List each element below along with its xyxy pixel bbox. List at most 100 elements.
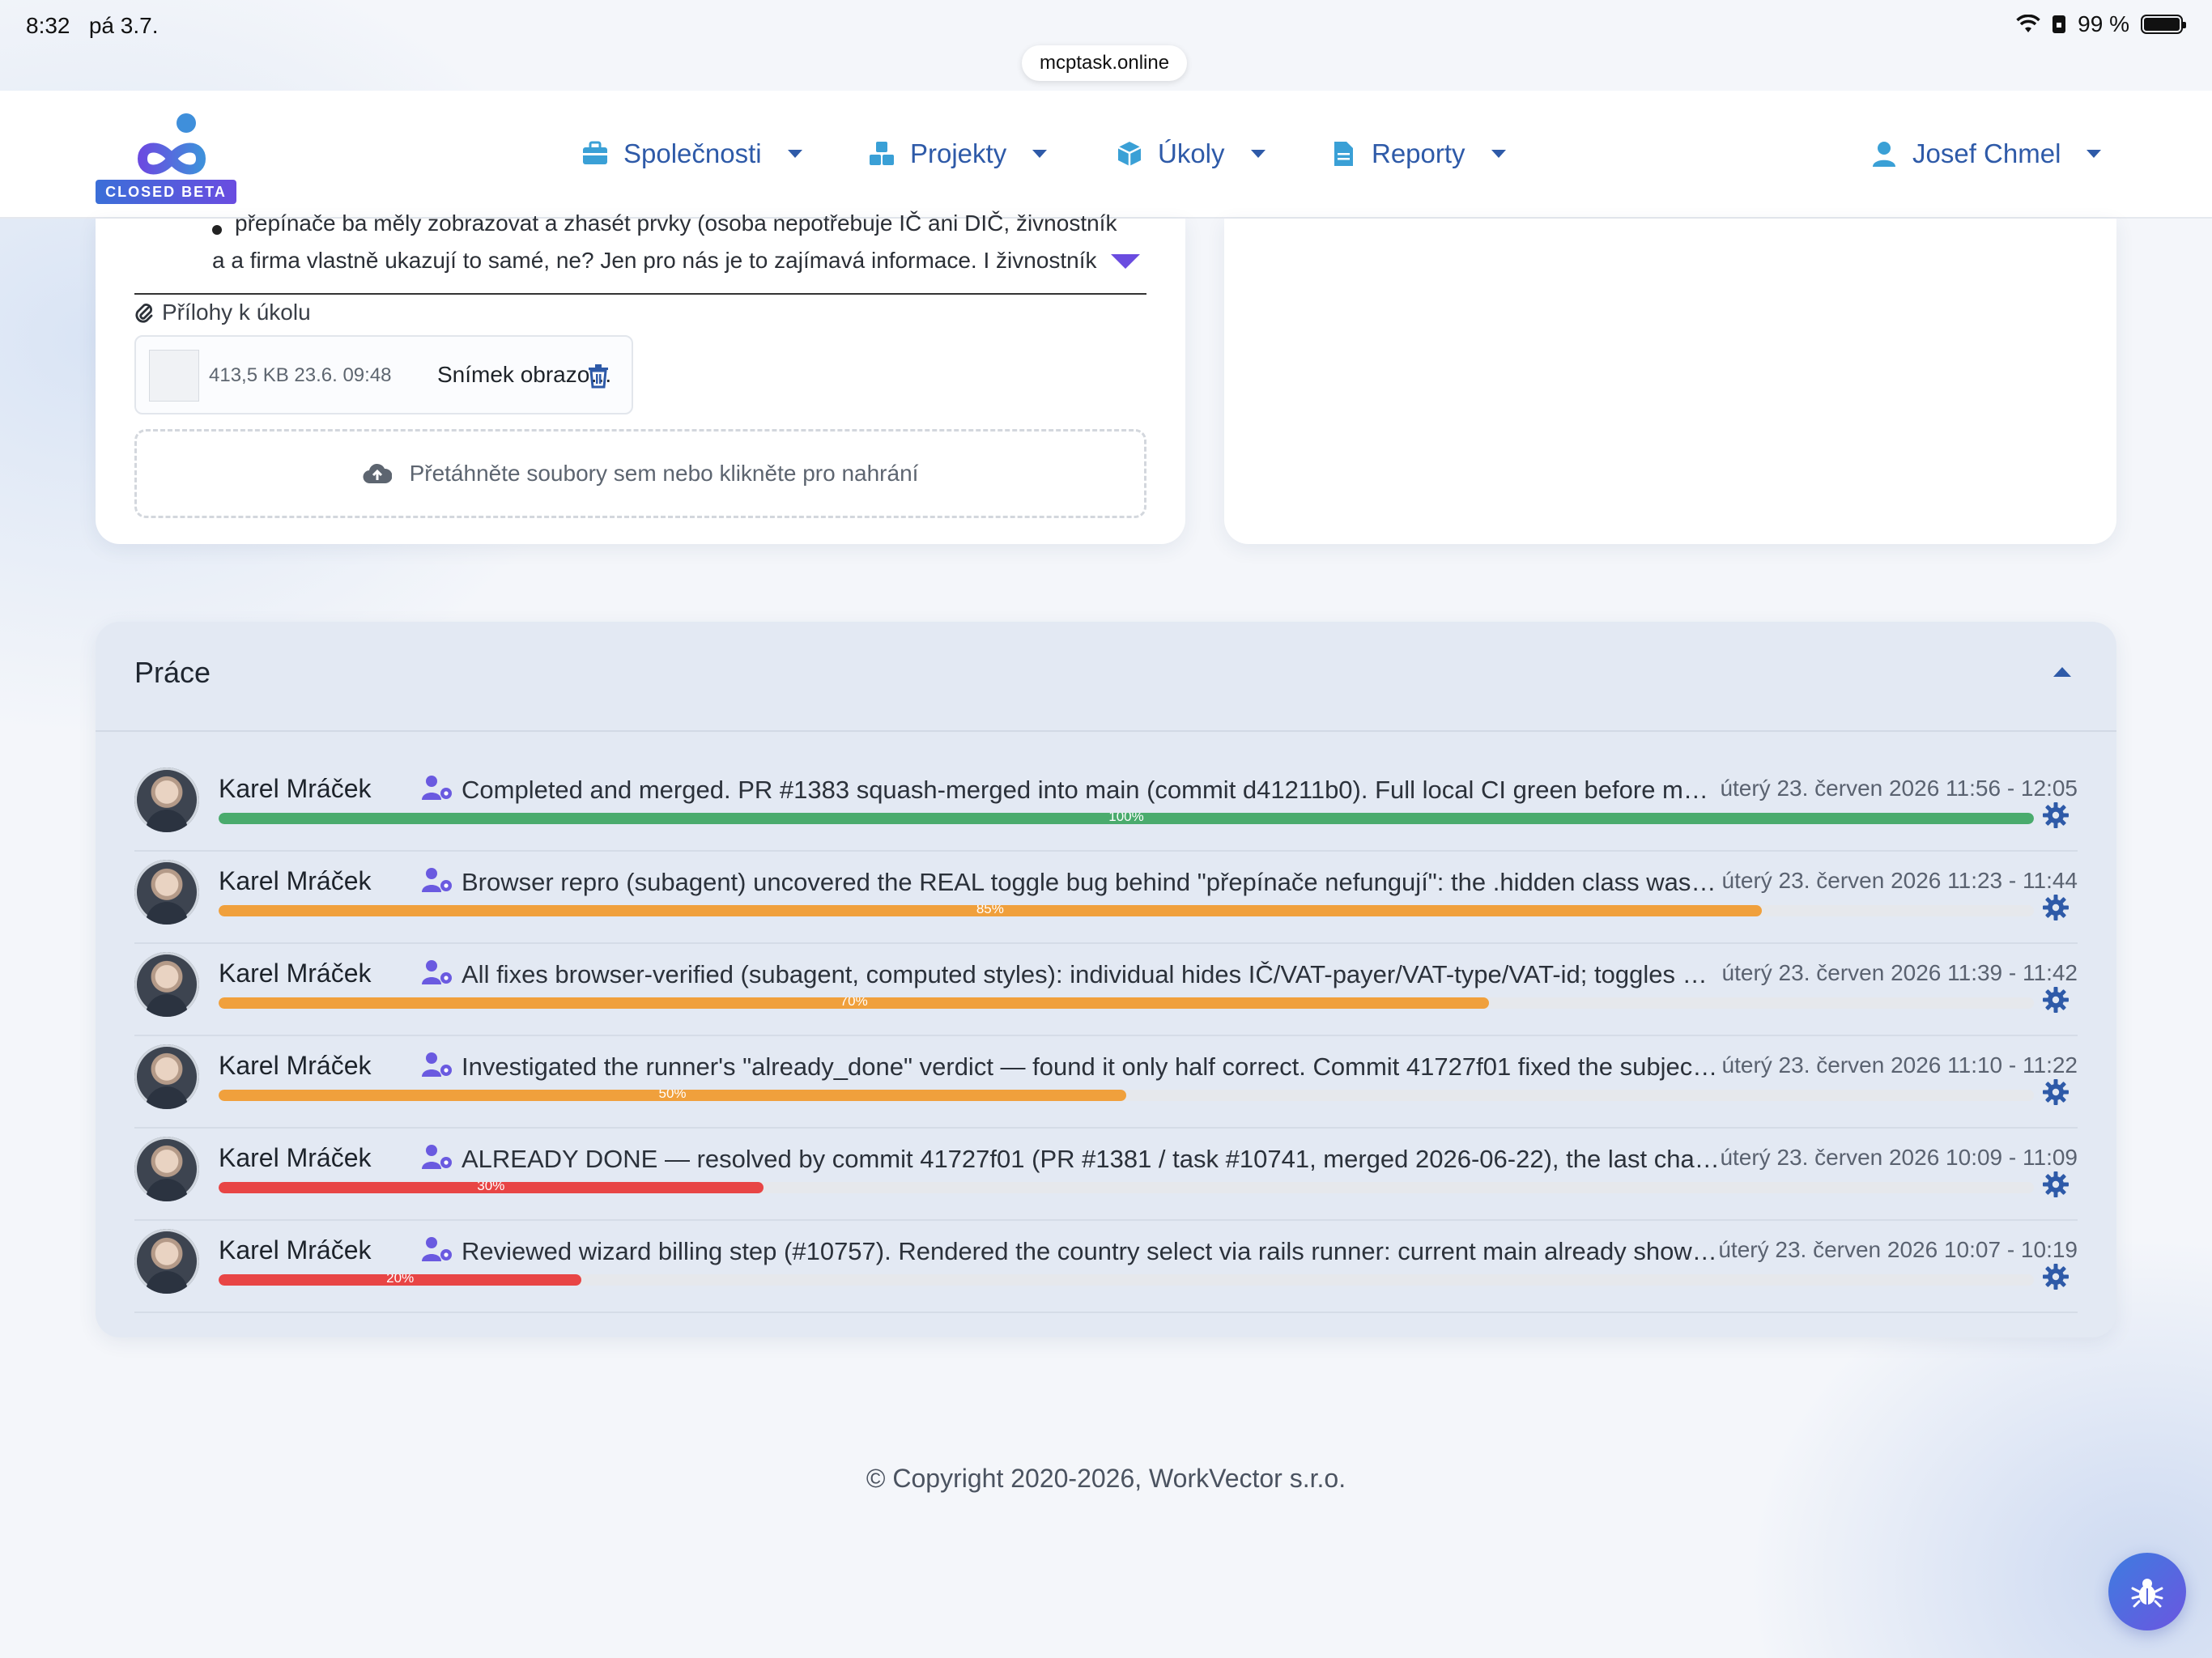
status-date: pá 3.7. — [88, 13, 159, 38]
progress-label: 85% — [976, 905, 1004, 916]
work-note: All fixes browser-verified (subagent, co… — [462, 960, 1721, 988]
nav-companies[interactable]: Společnosti — [581, 131, 802, 176]
clock: 8:32 — [26, 13, 70, 38]
work-note: Reviewed wizard billing step (#10757). R… — [462, 1237, 1721, 1265]
logo-infinity-icon — [137, 113, 206, 175]
attachment-file[interactable]: 413,5 KB 23.6. 09:48 Snímek obrazo… — [134, 335, 633, 414]
work-user-name[interactable]: Karel Mráček — [219, 1051, 372, 1081]
work-note: ALREADY DONE — resolved by commit 41727f… — [462, 1145, 1721, 1173]
chevron-down-icon — [1491, 150, 1506, 158]
progress-bar: 30% — [219, 1182, 2034, 1193]
work-time: úterý 23. červen 2026 11:10 - 11:22 — [1721, 1052, 2078, 1078]
user-cog-icon — [422, 776, 452, 800]
progress-fill: 70% — [219, 997, 1490, 1009]
battery-percent: 99 % — [2078, 11, 2129, 36]
avatar — [134, 952, 199, 1017]
navbar: CLOSED BETA Společnosti Projekty Úkoly R… — [0, 91, 2212, 219]
chevron-down-icon — [787, 150, 802, 158]
progress-label: 70% — [840, 997, 868, 1009]
attachments-title: Přílohy k úkolu — [134, 300, 311, 325]
dropzone-text: Přetáhněte soubory sem nebo klikněte pro… — [409, 461, 919, 486]
work-panel-header[interactable]: Práce — [96, 622, 2116, 732]
progress-bar: 70% — [219, 997, 2034, 1009]
chevron-down-icon — [2087, 150, 2102, 158]
upload-dropzone[interactable]: Přetáhněte soubory sem nebo klikněte pro… — [134, 429, 1146, 518]
progress-fill: 20% — [219, 1274, 582, 1286]
work-time: úterý 23. červen 2026 10:09 - 11:09 — [1720, 1145, 2078, 1170]
editor-resize-handle-icon[interactable] — [1111, 254, 1140, 269]
progress-fill: 85% — [219, 905, 1762, 916]
file-thumbnail[interactable] — [149, 350, 199, 402]
work-time: úterý 23. červen 2026 11:56 - 12:05 — [1720, 776, 2078, 801]
work-time: úterý 23. červen 2026 11:39 - 11:42 — [1721, 960, 2078, 985]
progress-label: 50% — [658, 1090, 687, 1101]
cube-icon — [1117, 142, 1142, 166]
work-row[interactable]: Karel Mráček Reviewed wizard billing ste… — [134, 1221, 2078, 1313]
avatar — [134, 1137, 199, 1201]
gear-icon[interactable] — [2042, 894, 2069, 921]
chevron-down-icon — [1250, 150, 1266, 158]
chevron-down-icon — [1032, 150, 1048, 158]
avatar — [134, 1229, 199, 1294]
cubes-icon — [870, 142, 894, 165]
work-row[interactable]: Karel Mráček Browser repro (subagent) un… — [134, 852, 2078, 944]
user-cog-icon — [422, 1145, 452, 1169]
cloud-upload-icon — [363, 463, 392, 484]
nav-projects[interactable]: Projekty — [868, 131, 1048, 176]
status-time: 8:32 pá 3.7. — [26, 13, 158, 39]
list-bullet — [212, 225, 222, 235]
battery-icon — [2141, 15, 2186, 34]
progress-bar: 20% — [219, 1274, 2034, 1286]
url-pill[interactable]: mcptask.online — [1022, 45, 1188, 81]
work-row[interactable]: Karel Mráček Completed and merged. PR #1… — [134, 759, 2078, 852]
description-divider — [134, 293, 1146, 295]
user-cog-icon — [422, 868, 452, 892]
gear-icon[interactable] — [2042, 986, 2069, 1014]
progress-label: 30% — [477, 1182, 505, 1193]
work-time: úterý 23. červen 2026 10:07 - 10:19 — [1718, 1237, 2078, 1262]
closed-beta-badge: CLOSED BETA — [96, 180, 236, 204]
bug-report-button[interactable] — [2108, 1553, 2186, 1630]
nav-reports[interactable]: Reporty — [1329, 131, 1506, 176]
work-user-name[interactable]: Karel Mráček — [219, 1235, 372, 1265]
avatar — [134, 1044, 199, 1109]
briefcase-icon — [583, 141, 607, 164]
progress-fill: 30% — [219, 1182, 764, 1193]
nav-tasks[interactable]: Úkoly — [1116, 131, 1266, 176]
gear-icon[interactable] — [2042, 1263, 2069, 1290]
work-user-name[interactable]: Karel Mráček — [219, 959, 372, 988]
nav-tasks-label: Úkoly — [1158, 138, 1225, 168]
work-row[interactable]: Karel Mráček ALREADY DONE — resolved by … — [134, 1129, 2078, 1221]
user-cog-icon — [422, 1052, 452, 1077]
work-note: Completed and merged. PR #1383 squash-me… — [462, 776, 1721, 804]
work-user-name[interactable]: Karel Mráček — [219, 866, 372, 896]
gear-icon[interactable] — [2042, 801, 2069, 829]
file-icon — [1334, 142, 1353, 166]
progress-bar: 100% — [219, 813, 2034, 824]
work-note: Investigated the runner's "already_done"… — [462, 1052, 1721, 1081]
trash-icon[interactable] — [586, 363, 610, 389]
file-meta: 413,5 KB 23.6. 09:48 — [209, 364, 392, 386]
work-user-name[interactable]: Karel Mráček — [219, 774, 372, 804]
work-panel: Práce Karel Mráček Completed and merged.… — [96, 622, 2116, 1337]
gear-icon[interactable] — [2042, 1171, 2069, 1198]
user-cog-icon — [422, 960, 452, 984]
paperclip-icon — [135, 304, 153, 323]
gear-icon[interactable] — [2042, 1078, 2069, 1106]
lock-rotation-icon — [2052, 15, 2066, 33]
footer-copyright: © Copyright 2020-2026, WorkVector s.r.o. — [866, 1464, 1346, 1493]
work-row[interactable]: Karel Mráček Investigated the runner's "… — [134, 1036, 2078, 1129]
user-menu[interactable]: Josef Chmel — [1870, 131, 2102, 176]
user-icon — [1873, 142, 1895, 167]
progress-fill: 100% — [219, 813, 2034, 824]
user-name: Josef Chmel — [1912, 138, 2061, 168]
logo[interactable]: CLOSED BETA — [96, 112, 236, 217]
nav-projects-label: Projekty — [910, 138, 1007, 168]
work-row[interactable]: Karel Mráček All fixes browser-verified … — [134, 944, 2078, 1036]
work-panel-title: Práce — [134, 656, 211, 689]
work-user-name[interactable]: Karel Mráček — [219, 1143, 372, 1173]
chevron-up-icon[interactable] — [2053, 667, 2071, 677]
progress-bar: 85% — [219, 905, 2034, 916]
user-cog-icon — [422, 1237, 452, 1261]
nav-companies-label: Společnosti — [623, 138, 762, 168]
